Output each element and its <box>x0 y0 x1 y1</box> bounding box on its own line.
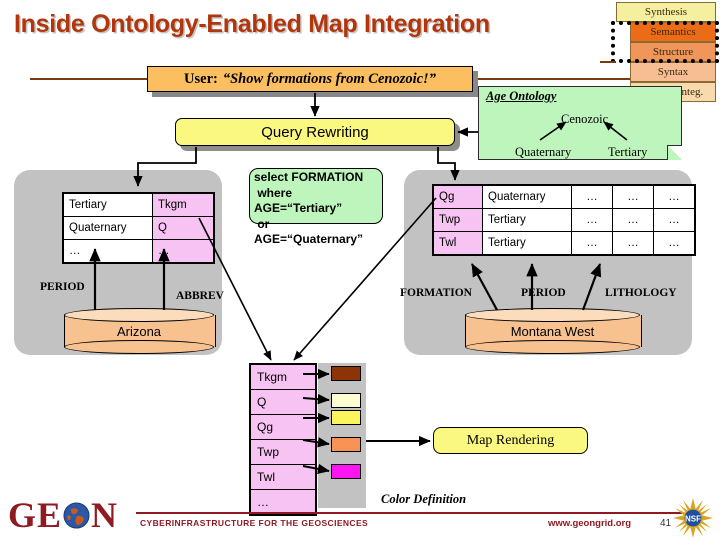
montana-west-table: Qg Quaternary … … … Twp Tertiary … … … T… <box>432 184 696 256</box>
nsf-logo-icon: NSF <box>673 498 713 538</box>
query-rewriting-box[interactable]: Query Rewriting <box>175 118 455 146</box>
database-arizona[interactable]: Arizona <box>64 308 216 354</box>
nsf-label: NSF <box>685 515 701 524</box>
age-ontology-title: Age Ontology <box>486 89 557 103</box>
color-definition-caption: Color Definition <box>381 492 467 506</box>
cell-period-r0: Quaternary <box>482 184 572 209</box>
cell-formation-1: Twp <box>432 208 483 232</box>
geon-logo: GE N <box>8 494 118 536</box>
legend-code-twp: Twp <box>249 439 317 465</box>
list-item[interactable]: Tkgm <box>249 363 317 390</box>
geon-logo-ge: GE <box>8 495 63 535</box>
sql-query-text: select FORMATION where AGE=“Tertiary” or… <box>254 170 364 246</box>
legend-code-tkgm: Tkgm <box>249 363 317 390</box>
field-label-period-left: PERIOD <box>40 281 85 293</box>
cell-extra-1-3: … <box>653 208 696 232</box>
table-row[interactable]: Tertiary Tkgm <box>62 192 215 217</box>
legend-code-q: Q <box>249 389 317 415</box>
table-row[interactable]: Twp Tertiary … … … <box>432 208 696 232</box>
list-item[interactable]: Twp <box>249 439 317 465</box>
cell-extra-0-1: … <box>571 184 613 209</box>
map-rendering-label: Map Rendering <box>466 432 555 448</box>
database-label-arizona: Arizona <box>116 323 162 339</box>
ontology-node-cenozoic: Cenozoic <box>561 112 609 126</box>
stack-row-semantics[interactable]: Semantics <box>630 22 716 42</box>
cell-formation-2: Twl <box>432 231 483 256</box>
field-label-period-right: PERIOD <box>521 287 566 299</box>
legend-swatch-qg <box>331 410 361 425</box>
legend-code-qg: Qg <box>249 414 317 440</box>
stack-label-semantics: Semantics <box>650 26 696 38</box>
cell-extra-2-2: … <box>612 231 654 256</box>
cell-abbrev-2: … <box>152 239 215 264</box>
legend-swatch-twp <box>331 437 361 452</box>
stack-label-structure: Structure <box>652 46 694 58</box>
legend-swatch-strip <box>318 363 366 508</box>
cell-period-r2: Tertiary <box>482 231 572 256</box>
color-legend-table: Tkgm Q Qg Twp Twl … <box>249 363 317 516</box>
cell-extra-0-2: … <box>612 184 654 209</box>
map-rendering-box[interactable]: Map Rendering <box>433 427 588 454</box>
legend-swatch-twl <box>331 464 361 479</box>
stack-row-synthesis[interactable]: Synthesis <box>616 2 716 22</box>
cell-period-1: Quaternary <box>62 216 153 240</box>
cell-abbrev-1: Q <box>152 216 215 240</box>
page-fold-corner <box>667 145 682 160</box>
legend-swatch-q <box>331 393 361 408</box>
user-banner-label: User: <box>184 70 218 87</box>
field-label-abbrev: ABBREV <box>176 290 224 302</box>
list-item[interactable]: Qg <box>249 414 317 440</box>
field-label-formation: FORMATION <box>400 287 472 299</box>
slide-number: 41 <box>660 518 672 529</box>
footer-url[interactable]: www.geongrid.org <box>548 518 631 529</box>
user-request-banner: User: “Show formations from Cenozoic!” <box>147 66 473 92</box>
user-banner-quote: “Show formations from Cenozoic!” <box>222 70 436 87</box>
table-row[interactable]: Qg Quaternary … … … <box>432 184 696 209</box>
page-title: Inside Ontology-Enabled Map Integration <box>14 10 490 38</box>
legend-code-twl: Twl <box>249 464 317 490</box>
list-item[interactable]: Twl <box>249 464 317 490</box>
cell-period-r1: Tertiary <box>482 208 572 232</box>
stack-label-synthesis: Synthesis <box>644 6 688 18</box>
cell-period-2: … <box>62 239 153 264</box>
legend-swatch-tkgm <box>331 366 361 381</box>
query-rewriting-label: Query Rewriting <box>261 123 369 141</box>
footer-tagline: CYBERINFRASTRUCTURE FOR THE GEOSCIENCES <box>140 518 369 528</box>
database-montana-west[interactable]: Montana West <box>465 308 642 354</box>
stack-row-structure[interactable]: Structure <box>630 42 716 62</box>
globe-icon <box>63 502 90 528</box>
table-row[interactable]: Twl Tertiary … … … <box>432 231 696 256</box>
cell-extra-2-3: … <box>653 231 696 256</box>
field-label-lithology: LITHOLOGY <box>605 287 677 299</box>
geon-logo-n: N <box>91 495 119 535</box>
stack-label-syntax: Syntax <box>657 66 689 78</box>
title-divider-left <box>30 78 152 80</box>
ontology-node-tertiary: Tertiary <box>608 145 648 159</box>
cell-abbrev-0: Tkgm <box>152 192 215 217</box>
ontology-node-quaternary: Quaternary <box>515 145 572 159</box>
stack-row-syntax[interactable]: Syntax <box>630 62 716 82</box>
cell-extra-1-1: … <box>571 208 613 232</box>
cell-formation-0: Qg <box>432 184 483 209</box>
cell-extra-2-1: … <box>571 231 613 256</box>
database-label-montana-west: Montana West <box>510 323 595 339</box>
footer-divider <box>136 512 682 514</box>
cell-period-0: Tertiary <box>62 192 153 217</box>
cell-extra-1-2: … <box>612 208 654 232</box>
table-row[interactable]: Quaternary Q <box>62 216 215 240</box>
table-row[interactable]: … … <box>62 239 215 264</box>
list-item[interactable]: Q <box>249 389 317 415</box>
cell-extra-0-3: … <box>653 184 696 209</box>
arizona-table: Tertiary Tkgm Quaternary Q … … <box>62 192 215 264</box>
